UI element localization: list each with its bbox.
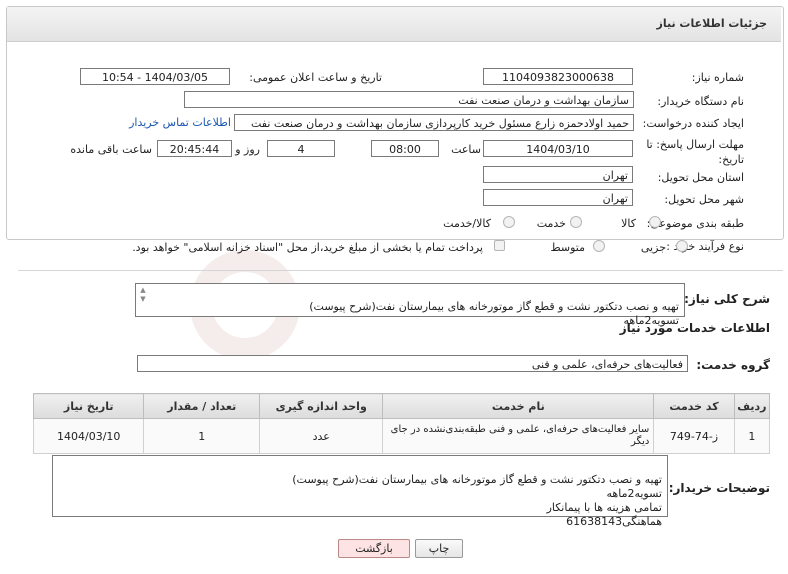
cell-quantity: 1: [143, 418, 261, 454]
panel-header: جزئیات اطلاعات نیاز: [7, 7, 781, 42]
cell-row-number: 1: [733, 418, 771, 454]
col-service-name: نام خدمت: [382, 393, 655, 419]
buyer-notes-textarea[interactable]: تهیه و نصب دتکتور نشت و قطع گاز موتورخان…: [52, 455, 668, 528]
col-service-code: کد خدمت: [653, 393, 735, 419]
city-label: شهر محل تحویل:: [664, 193, 744, 206]
days-remaining-field: 4: [267, 140, 335, 157]
general-desc-textarea[interactable]: تهیه و نصب دتکتور نشت و قطع گاز موتورخان…: [135, 283, 685, 327]
category-radio-service[interactable]: [570, 216, 582, 228]
process-radio-medium[interactable]: [593, 240, 605, 252]
buyer-contact-link[interactable]: اطلاعات تماس خریدار: [129, 116, 231, 129]
service-group-label: گروه خدمت:: [696, 358, 770, 372]
deadline-date-field: 1404/03/10: [483, 140, 633, 157]
category-option-goods: کالا: [621, 217, 636, 230]
announce-label: تاریخ و ساعت اعلان عمومی:: [249, 71, 382, 84]
need-number-field: 1104093823000638: [483, 68, 633, 85]
treasury-payment-checkbox[interactable]: [494, 240, 505, 251]
col-need-date: تاریخ نیاز: [32, 393, 145, 419]
category-option-service: خدمت: [536, 217, 566, 230]
creator-field: حمید اولادحمزه زارع مسئول خرید کارپردازی…: [234, 114, 634, 131]
general-desc-label: شرح کلی نیاز:: [684, 292, 770, 306]
payment-note: پرداخت تمام یا بخشی از مبلغ خرید،از محل …: [132, 241, 483, 254]
col-quantity: تعداد / مقدار: [143, 393, 261, 419]
col-row-number: ردیف: [733, 393, 771, 419]
service-group-field: فعالیت‌های حرفه‌ای، علمی و فنی: [137, 355, 688, 372]
category-radio-goods-service[interactable]: [503, 216, 515, 228]
remaining-time-field: 20:45:44: [157, 140, 232, 157]
province-label: استان محل تحویل:: [657, 171, 744, 184]
remaining-time-label: ساعت باقی مانده: [70, 143, 152, 156]
buyer-notes-label: توضیحات خریدار:: [668, 481, 770, 495]
category-radio-goods[interactable]: [649, 216, 661, 228]
days-label: روز و: [235, 143, 260, 156]
col-unit: واحد اندازه گیری: [259, 393, 384, 419]
print-button[interactable]: چاپ: [415, 539, 463, 558]
process-radio-minor[interactable]: [676, 240, 688, 252]
process-option-minor: جزیی: [640, 241, 666, 254]
page-title: جزئیات اطلاعات نیاز: [656, 17, 768, 30]
table-row: 1 ز-74-749 سایر فعالیت‌های حرفه‌ای، علمی…: [32, 418, 771, 454]
buyer-org-label: نام دستگاه خریدار:: [657, 95, 744, 108]
cell-service-name: سایر فعالیت‌های حرفه‌ای، علمی و فنی طبقه…: [382, 418, 655, 454]
services-heading: اطلاعات خدمات مورد نیاز: [619, 321, 770, 335]
province-field: تهران: [483, 166, 633, 183]
textarea-scroll-icon[interactable]: ▲ ▼: [137, 286, 149, 314]
city-field: تهران: [483, 189, 633, 206]
buyer-org-field: سازمان بهداشت و درمان صنعت نفت: [184, 91, 634, 108]
deadline-label: مهلت ارسال پاسخ: تا تاریخ:: [646, 138, 744, 166]
cell-need-date: 1404/03/10: [32, 418, 145, 454]
creator-label: ایجاد کننده درخواست:: [642, 117, 744, 130]
process-option-medium: متوسط: [550, 241, 585, 254]
category-label: طبقه بندی موضوعی:: [646, 217, 744, 230]
cell-unit: عدد: [259, 418, 384, 454]
deadline-time-label: ساعت: [451, 143, 481, 156]
back-button[interactable]: بازگشت: [338, 539, 410, 558]
cell-service-code: ز-74-749: [653, 418, 735, 454]
announce-datetime-field: 1404/03/05 - 10:54: [80, 68, 230, 85]
deadline-time-field: 08:00: [371, 140, 439, 157]
need-number-label: شماره نیاز:: [691, 71, 744, 84]
table-header-row: ردیف کد خدمت نام خدمت واحد اندازه گیری ت…: [32, 393, 771, 419]
category-option-goods-service: کالا/خدمت: [443, 217, 491, 230]
services-table: ردیف کد خدمت نام خدمت واحد اندازه گیری ت…: [32, 393, 771, 454]
